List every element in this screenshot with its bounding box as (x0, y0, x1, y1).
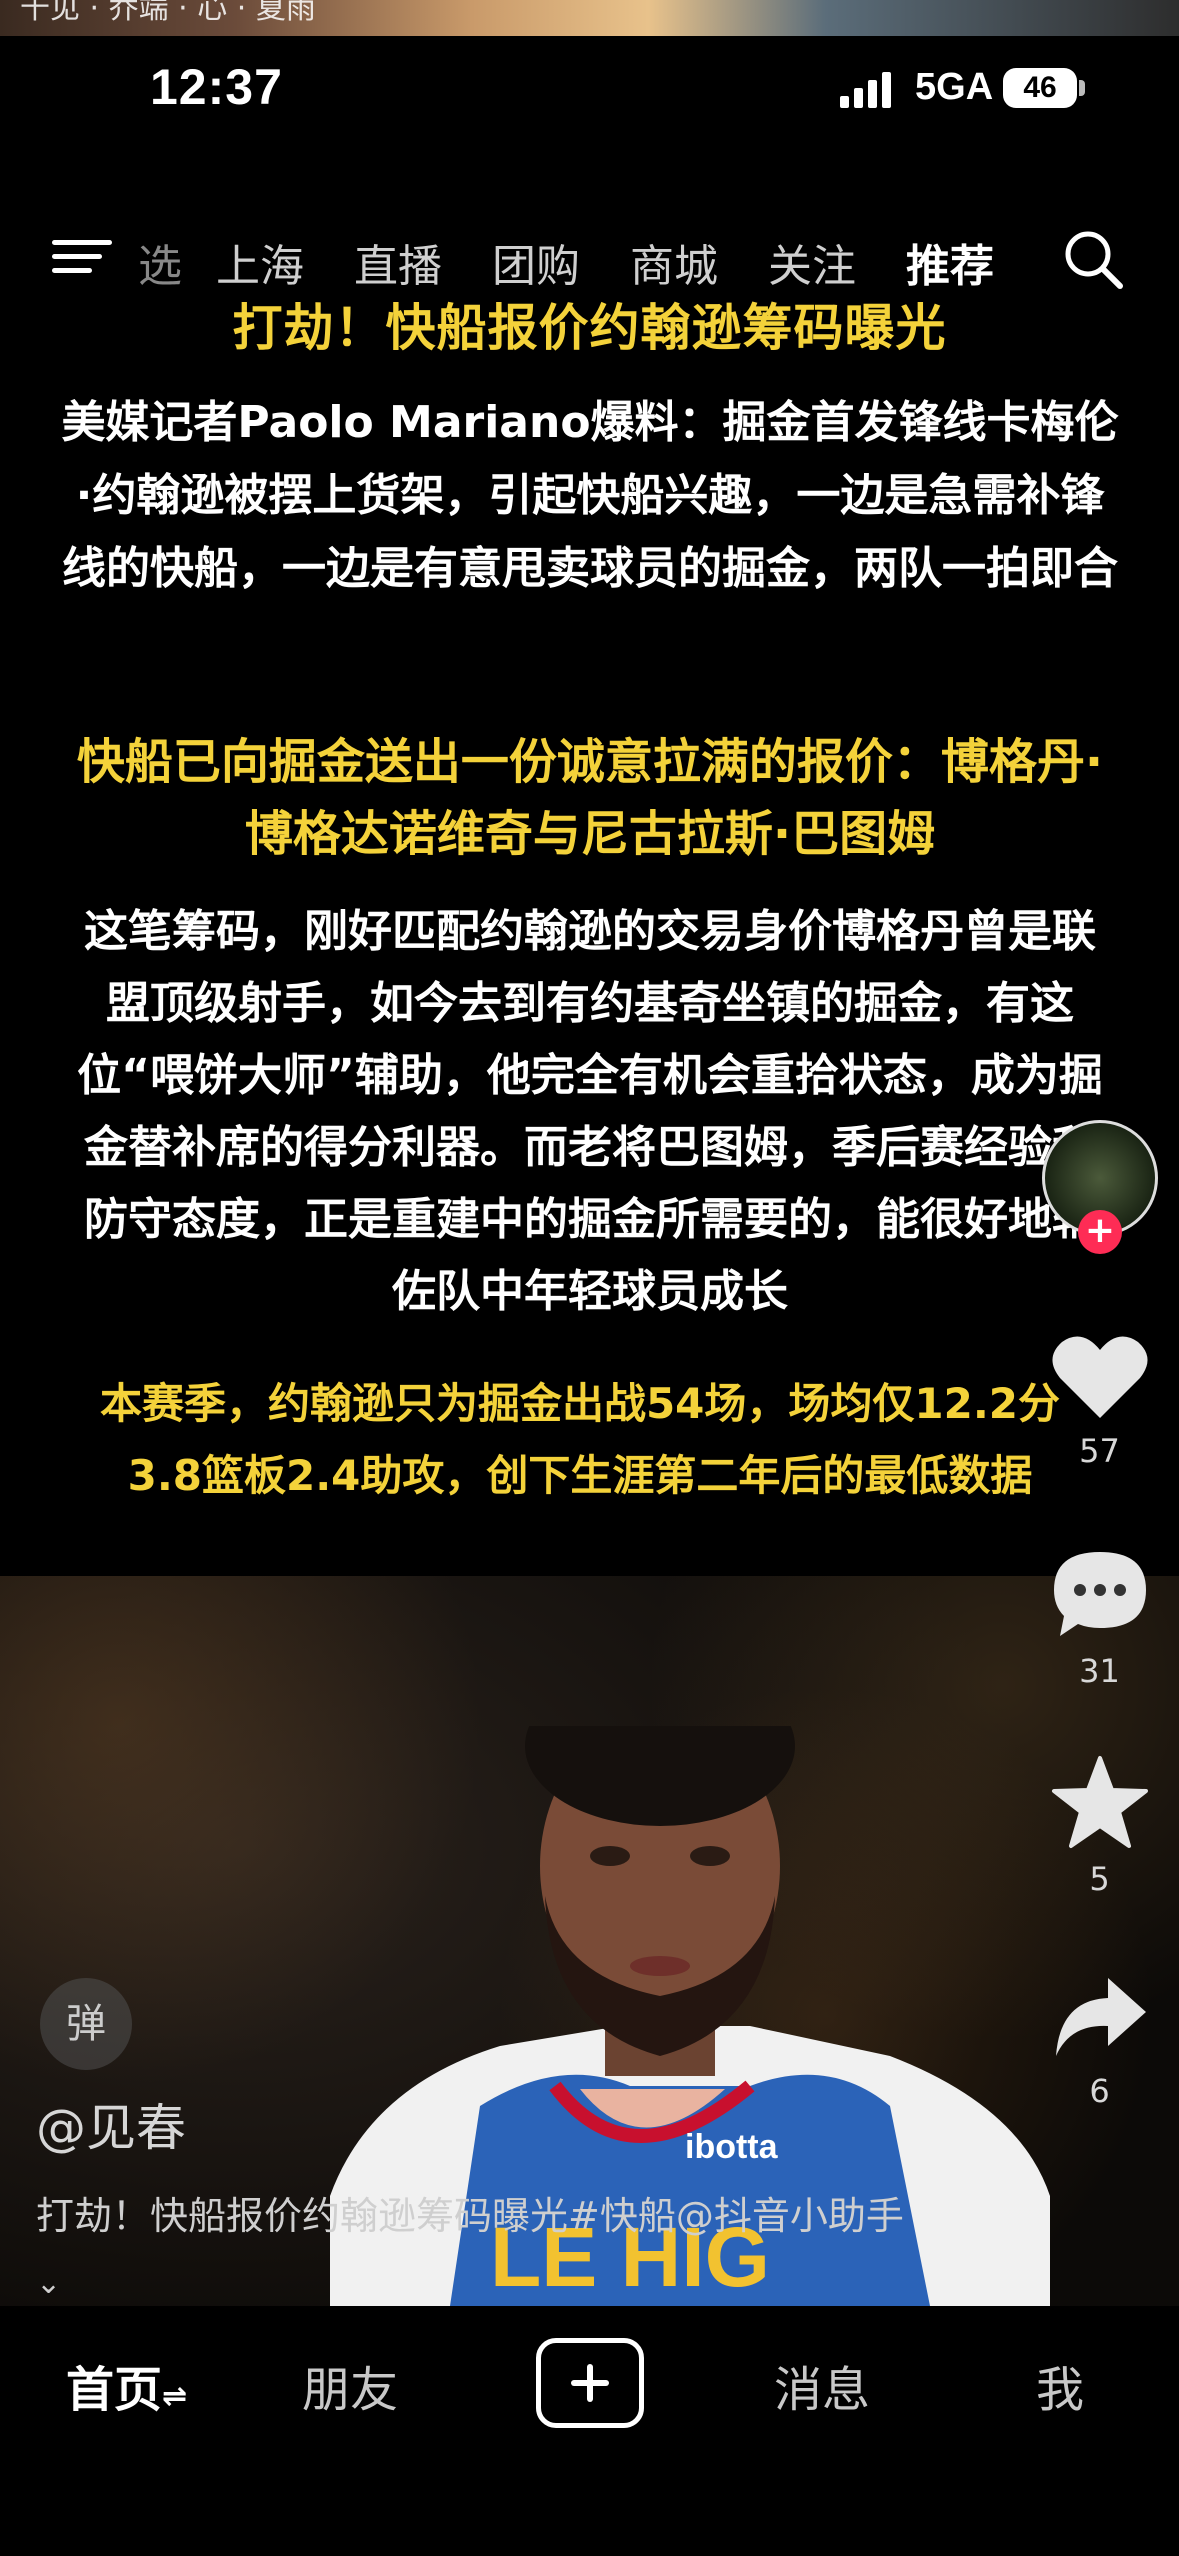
caption-text: 打劫！快船报价约翰逊筹码曝光#快船@抖音小助手 (36, 2194, 904, 2238)
follow-button[interactable]: + (1078, 1210, 1122, 1254)
status-time: 12:37 (150, 59, 283, 115)
like-button[interactable]: 57 (1020, 1332, 1179, 1470)
previous-video-strip: 千见 · 乔端 · 心 · 夏雨 (0, 0, 1179, 36)
post-caption[interactable]: 打劫！快船报价约翰逊筹码曝光#快船@抖音小助手 ⌄ (36, 2186, 936, 2306)
post-headline: 打劫！快船报价约翰逊筹码曝光 (232, 299, 947, 357)
nav-messages[interactable]: 消息 (774, 2350, 870, 2420)
star-icon (1051, 1756, 1148, 1848)
tab-following[interactable]: 关注 (768, 230, 856, 294)
favorite-button[interactable]: 5 (1020, 1754, 1179, 1898)
share-button[interactable]: 6 (1020, 1972, 1179, 2110)
battery-icon: 46 (1003, 68, 1077, 108)
nav-friends[interactable]: 朋友 (302, 2350, 398, 2420)
status-bar: 12:37 5GA 46 (0, 36, 1179, 136)
comment-icon (1053, 1552, 1146, 1636)
post-highlight-2: 本赛季，约翰逊只为掘金出战54场，场均仅12.2分3.8篮板2.4助攻，创下生涯… (99, 1379, 1061, 1500)
post-highlight-1: 快船已向掘金送出一份诚意拉满的报价：博格丹·博格达诺维奇与尼古拉斯·巴图姆 (76, 734, 1104, 862)
nav-me[interactable]: 我 (1036, 2350, 1084, 2420)
action-rail: + 57 31 5 6 (1020, 136, 1179, 2306)
tab-group-buy[interactable]: 团购 (492, 230, 580, 294)
nav-home[interactable]: 首页⇌ (66, 2350, 187, 2420)
bottom-nav: 首页⇌ 朋友 消息 我 (0, 2306, 1179, 2556)
svg-text:ibotta: ibotta (685, 2128, 779, 2166)
network-type: 5GA (915, 66, 994, 108)
heart-icon (1051, 1336, 1148, 1418)
author-name[interactable]: @见春 (36, 2088, 186, 2160)
share-count: 6 (1089, 2072, 1110, 2110)
battery-tip (1079, 80, 1085, 96)
post-paragraph-1: 美媒记者Paolo Mariano爆料：掘金首发锋线卡梅伦·约翰逊被摆上货架，引… (61, 397, 1119, 594)
chevron-down-icon[interactable]: ⌄ (36, 2266, 61, 2301)
tab-live[interactable]: 直播 (354, 230, 442, 294)
comment-button[interactable]: 31 (1020, 1546, 1179, 1690)
create-post-button[interactable] (536, 2338, 644, 2428)
menu-icon[interactable] (52, 234, 112, 280)
signal-icon (840, 72, 891, 108)
favorite-count: 5 (1089, 1860, 1110, 1898)
danmaku-toggle-button[interactable]: 弹 (40, 1978, 132, 2070)
tab-recommended[interactable]: 推荐 (906, 230, 994, 294)
video-content[interactable]: ibotta LE HIG 选 上海 直播 团购 商城 关注 推荐 打劫！快船报… (0, 136, 1179, 2306)
switch-icon: ⇌ (162, 2379, 188, 2414)
overlay-title: 千见 · 乔端 · 心 · 夏雨 (20, 0, 316, 26)
share-icon (1055, 1978, 1146, 2056)
tab-partial[interactable]: 选 (138, 230, 182, 294)
tab-shanghai[interactable]: 上海 (216, 230, 304, 294)
nav-home-label: 首页 (66, 2362, 163, 2418)
tab-mall[interactable]: 商城 (630, 230, 718, 294)
comment-count: 31 (1079, 1652, 1120, 1690)
like-count: 57 (1079, 1432, 1120, 1470)
post-paragraph-2: 这笔筹码，刚好匹配约翰逊的交易身价博格丹曾是联盟顶级射手，如今去到有约基奇坐镇的… (77, 906, 1103, 1317)
